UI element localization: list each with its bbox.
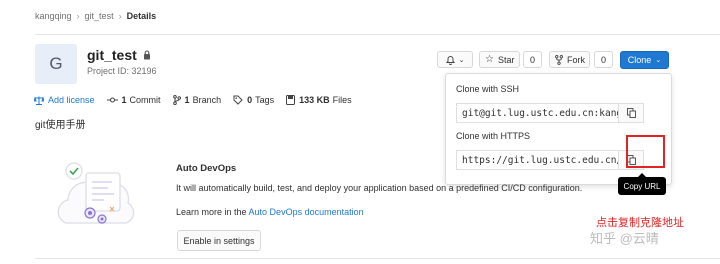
star-icon: ☆ <box>485 54 494 65</box>
commits-label: Commit <box>129 95 161 105</box>
copy-icon <box>626 108 636 118</box>
auto-devops-learn-more: Learn more in the Auto DevOps documentat… <box>176 207 364 217</box>
enable-in-settings-button[interactable]: Enable in settings <box>177 230 261 251</box>
commits-count: 1 <box>121 95 127 105</box>
copy-url-tooltip: Copy URL <box>618 177 666 195</box>
bell-icon <box>445 55 455 65</box>
section-divider <box>35 258 720 259</box>
notification-button[interactable]: ⌄ <box>437 51 473 68</box>
tags-count: 0 <box>247 95 253 105</box>
project-name: git_test <box>87 47 137 63</box>
watermark: 知乎 @云晴 <box>590 231 659 246</box>
tags-label: Tags <box>255 95 275 105</box>
scale-icon <box>34 95 44 105</box>
add-license-label: Add license <box>48 95 95 105</box>
auto-devops-title: Auto DevOps <box>176 163 237 174</box>
chevron-right-icon: › <box>76 11 80 21</box>
star-count[interactable]: 0 <box>523 51 542 68</box>
copy-ssh-button[interactable] <box>618 103 644 123</box>
fork-icon <box>555 54 563 65</box>
project-avatar[interactable]: G <box>35 44 77 84</box>
fork-button[interactable]: Fork <box>549 51 590 68</box>
project-title: git_test <box>87 47 151 63</box>
fork-label: Fork <box>567 54 585 65</box>
learn-more-prefix: Learn more in the <box>176 207 249 217</box>
files-label: Files <box>332 95 352 105</box>
breadcrumb: kangqing › git_test › Details <box>35 11 156 21</box>
clone-label: Clone <box>627 55 652 65</box>
add-license-link[interactable]: Add license <box>34 95 95 105</box>
clone-ssh-label: Clone with SSH <box>456 84 520 94</box>
clone-dropdown: Clone with SSH git@git.lug.ustc.edu.cn:k… <box>445 73 672 185</box>
commits-link[interactable]: 1 Commit <box>106 95 161 105</box>
tag-icon <box>233 95 243 105</box>
branches-label: Branch <box>192 95 222 105</box>
clone-https-label: Clone with HTTPS <box>456 131 531 141</box>
disk-icon <box>286 95 296 105</box>
copy-url-highlight <box>626 135 665 168</box>
star-label: Star <box>497 54 515 65</box>
branch-icon <box>172 95 181 105</box>
breadcrumb-item-namespace[interactable]: kangqing <box>35 11 72 21</box>
clone-button[interactable]: Clone ⌄ <box>620 51 669 69</box>
project-description: git使用手册 <box>35 120 86 131</box>
auto-devops-description: It will automatically build, test, and d… <box>176 183 583 193</box>
breadcrumb-divider <box>35 34 720 35</box>
fork-count[interactable]: 0 <box>594 51 613 68</box>
breadcrumb-item-project[interactable]: git_test <box>85 11 114 21</box>
chevron-down-icon: ⌄ <box>655 57 662 64</box>
star-button[interactable]: ☆ Star <box>479 51 520 68</box>
breadcrumb-item-current[interactable]: Details <box>127 11 157 21</box>
chevron-down-icon: ⌄ <box>458 56 465 64</box>
branches-count: 1 <box>184 95 190 105</box>
tags-link[interactable]: 0 Tags <box>233 95 274 105</box>
lock-icon <box>143 50 150 60</box>
project-id: Project ID: 32196 <box>87 66 157 76</box>
project-stats: Add license 1 Commit 1 Branch 0 Tags 133… <box>34 95 364 105</box>
chevron-right-icon: › <box>118 11 122 21</box>
auto-devops-docs-link[interactable]: Auto DevOps documentation <box>249 207 364 217</box>
files-link[interactable]: 133 KB Files <box>286 95 352 105</box>
files-size: 133 KB <box>299 95 330 105</box>
branches-link[interactable]: 1 Branch <box>172 95 222 105</box>
commit-icon <box>106 97 118 103</box>
auto-devops-illustration <box>57 162 135 224</box>
clone-ssh-field[interactable]: git@git.lug.ustc.edu.cn:kang <box>456 103 618 123</box>
clone-https-field[interactable]: https://git.lug.ustc.edu.cn/ <box>456 150 618 170</box>
